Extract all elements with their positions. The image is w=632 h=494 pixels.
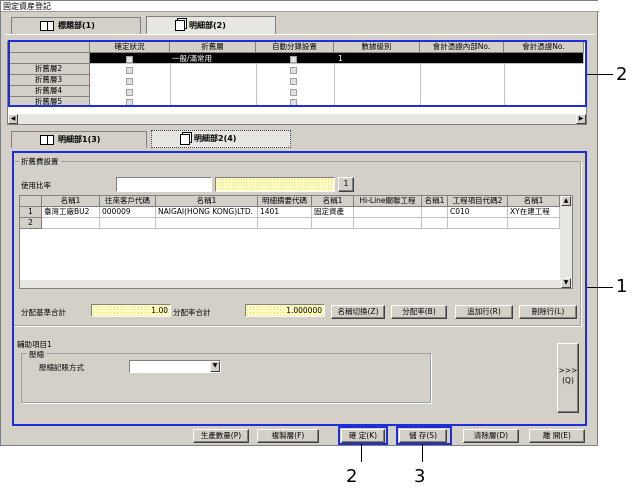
app-window: 固定資産登記 標題部(1) 明細部(2) 確定狀況 折舊層 自動分錄設置 數據級… (0, 0, 599, 446)
document-icon (180, 133, 190, 145)
callout-line (361, 444, 362, 462)
highlight-box-confirm (338, 426, 388, 445)
callout-line (422, 444, 423, 462)
book-icon (40, 21, 54, 31)
tab-detail-section[interactable]: 明細部(2) (146, 16, 276, 34)
scroll-right-icon[interactable]: ▶ (576, 114, 586, 124)
tab-detail-2[interactable]: 明細部2(4) (151, 130, 291, 148)
tab-detail-1[interactable]: 明細部1(3) (11, 131, 147, 148)
horizontal-scrollbar[interactable]: ◀ ▶ (8, 114, 586, 124)
tab-detail-label: 明細部(2) (189, 20, 226, 30)
copy-layer-button[interactable]: 複製層(F) (257, 429, 319, 443)
callout-line (587, 74, 613, 75)
exit-button[interactable]: 離 開(E) (529, 429, 585, 443)
callout-number: 3 (414, 466, 426, 487)
book-icon (40, 135, 54, 145)
clear-layer-button[interactable]: 清除層(D) (463, 429, 519, 443)
document-icon (175, 20, 185, 31)
callout-number: 1 (616, 276, 628, 297)
tab-header-section[interactable]: 標題部(1) (11, 17, 141, 34)
production-qty-button[interactable]: 生產數量(P) (193, 429, 249, 443)
tab-detail-2-label: 明細部2(4) (194, 134, 237, 143)
callout-number: 2 (346, 466, 358, 487)
highlight-box-1 (12, 151, 587, 426)
highlight-box-2 (8, 40, 587, 107)
callout-number: 2 (616, 64, 628, 85)
callout-line (587, 287, 613, 288)
tab-header-label: 標題部(1) (58, 21, 95, 30)
window-title: 固定資産登記 (1, 1, 599, 12)
highlight-box-save (396, 426, 452, 445)
scroll-left-icon[interactable]: ◀ (8, 114, 18, 124)
tab-detail-1-label: 明細部1(3) (58, 135, 101, 144)
